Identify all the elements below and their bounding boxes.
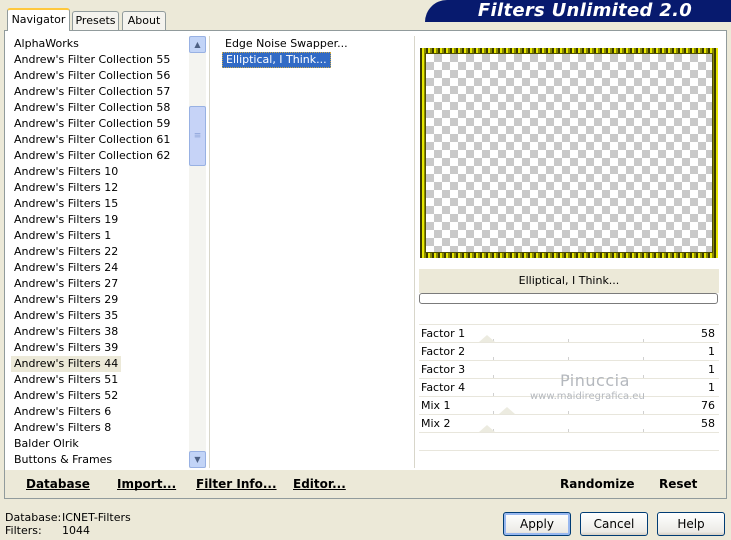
filter-item-selected[interactable]: Elliptical, I Think...: [222, 52, 331, 68]
randomize-button[interactable]: Randomize: [560, 476, 634, 492]
param-slider-factor-2[interactable]: Factor 2 1: [419, 342, 719, 360]
category-item[interactable]: Andrew's Filters 1: [11, 228, 114, 244]
category-item[interactable]: Andrew's Filters 22: [11, 244, 121, 260]
category-item[interactable]: Andrew's Filters 35: [11, 308, 121, 324]
slider-thumb-icon[interactable]: [499, 407, 515, 414]
param-empty-row: [419, 432, 719, 450]
category-item[interactable]: Andrew's Filters 10: [11, 164, 121, 180]
editor-button[interactable]: Editor...: [293, 476, 346, 492]
category-item[interactable]: Andrew's Filters 19: [11, 212, 121, 228]
category-item[interactable]: Andrew's Filter Collection 62: [11, 148, 173, 164]
category-item-selected[interactable]: Andrew's Filters 44: [11, 356, 122, 372]
app-title: Filters Unlimited 2.0: [477, 0, 693, 21]
preview-image[interactable]: [420, 48, 718, 258]
category-item[interactable]: Andrew's Filters 52: [11, 388, 121, 404]
category-item[interactable]: Balder Olrik: [11, 436, 82, 452]
category-item[interactable]: Andrew's Filter Collection 59: [11, 116, 173, 132]
tab-navigator[interactable]: Navigator: [7, 8, 70, 31]
category-item[interactable]: Andrew's Filters 39: [11, 340, 121, 356]
filter-list[interactable]: Edge Noise Swapper... Elliptical, I Thin…: [218, 36, 410, 468]
tab-about[interactable]: About: [122, 11, 166, 30]
category-list[interactable]: AlphaWorks Andrew's Filter Collection 55…: [10, 36, 190, 468]
database-value: ICNET-Filters: [62, 511, 131, 524]
column-divider: [209, 36, 210, 468]
import-button[interactable]: Import...: [117, 476, 176, 492]
category-item[interactable]: Buttons & Frames: [11, 452, 115, 468]
category-item[interactable]: Andrew's Filter Collection 57: [11, 84, 173, 100]
category-item[interactable]: Andrew's Filters 6: [11, 404, 114, 420]
category-item[interactable]: Andrew's Filters 8: [11, 420, 114, 436]
category-item[interactable]: Andrew's Filter Collection 58: [11, 100, 173, 116]
database-button[interactable]: Database: [26, 476, 90, 492]
cancel-button[interactable]: Cancel: [580, 512, 648, 536]
slider-thumb-icon[interactable]: [479, 335, 495, 342]
category-item[interactable]: Andrew's Filter Collection 61: [11, 132, 173, 148]
preview-filter-name: Elliptical, I Think...: [419, 269, 719, 293]
param-empty-row: [419, 450, 719, 468]
reset-button[interactable]: Reset: [659, 476, 697, 492]
apply-button[interactable]: Apply: [503, 512, 571, 536]
help-button[interactable]: Help: [657, 512, 725, 536]
category-item[interactable]: Andrew's Filters 51: [11, 372, 121, 388]
filter-info-button[interactable]: Filter Info...: [196, 476, 277, 492]
category-item[interactable]: Andrew's Filters 27: [11, 276, 121, 292]
category-item[interactable]: Andrew's Filters 38: [11, 324, 121, 340]
filter-item[interactable]: Edge Noise Swapper...: [222, 36, 351, 52]
category-item[interactable]: Andrew's Filters 29: [11, 292, 121, 308]
category-item[interactable]: Andrew's Filters 24: [11, 260, 121, 276]
category-item[interactable]: AlphaWorks: [11, 36, 82, 52]
scroll-thumb[interactable]: ≡: [189, 106, 206, 166]
category-item[interactable]: Andrew's Filters 15: [11, 196, 121, 212]
category-item[interactable]: Andrew's Filter Collection 56: [11, 68, 173, 84]
transparency-checkerboard: [425, 53, 713, 253]
column-divider: [414, 36, 415, 468]
watermark-url: www.maidiregrafica.eu: [530, 391, 645, 402]
scroll-down-icon[interactable]: ▼: [189, 451, 206, 468]
tab-presets[interactable]: Presets: [72, 11, 119, 30]
progress-bar: [419, 293, 718, 304]
category-item[interactable]: Andrew's Filter Collection 55: [11, 52, 173, 68]
watermark-name: Pinuccia: [560, 371, 630, 390]
category-item[interactable]: Andrew's Filters 12: [11, 180, 121, 196]
slider-thumb-icon[interactable]: [479, 425, 495, 432]
filters-count-label: Filters:: [5, 524, 42, 537]
param-slider-factor-1[interactable]: Factor 1 58: [419, 324, 719, 342]
database-label: Database:: [5, 511, 62, 524]
filters-count-value: 1044: [62, 524, 90, 537]
category-scrollbar[interactable]: ▲ ≡ ▼: [189, 36, 206, 468]
param-slider-mix-2[interactable]: Mix 2 58: [419, 414, 719, 432]
scroll-up-icon[interactable]: ▲: [189, 36, 206, 53]
